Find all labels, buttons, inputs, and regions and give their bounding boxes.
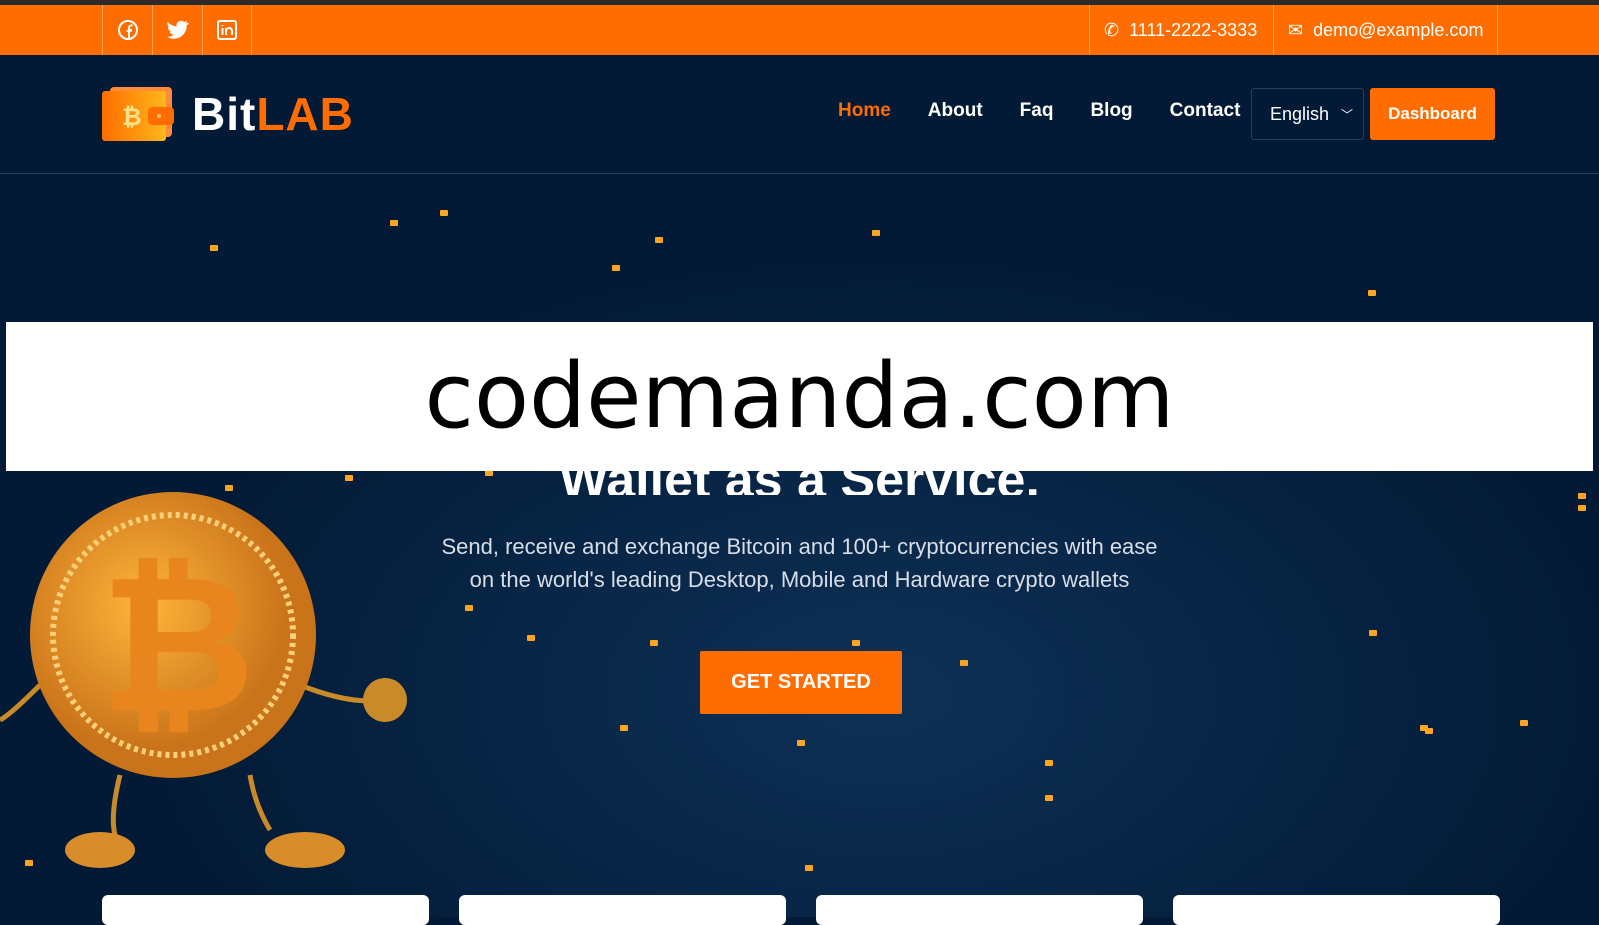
mail-icon: ✉: [1288, 19, 1304, 40]
particle-dot: [1368, 290, 1376, 296]
linkedin-link[interactable]: [202, 5, 252, 55]
phone-icon: ✆: [1104, 19, 1120, 40]
get-started-button[interactable]: GET STARTED: [700, 651, 902, 714]
language-select[interactable]: English ﹀: [1251, 88, 1364, 140]
phone-number: 1111-2222-3333: [1129, 19, 1258, 40]
nav-menu: Home About Faq Blog Contact: [838, 100, 1240, 122]
particle-dot: [465, 605, 473, 611]
phone-contact[interactable]: ✆ 1111-2222-3333: [1089, 5, 1271, 55]
linkedin-icon: [217, 20, 237, 40]
particle-dot: [872, 230, 880, 236]
facebook-link[interactable]: [102, 5, 152, 55]
subtitle-line-2: on the world's leading Desktop, Mobile a…: [469, 567, 1130, 592]
feature-card: [1173, 895, 1500, 925]
hero-title: Wallet as a Service.: [559, 451, 1040, 495]
language-value: English: [1270, 103, 1330, 124]
logo[interactable]: ₿ BitLAB: [102, 87, 354, 141]
particle-dot: [655, 237, 663, 243]
particle-dot: [390, 220, 398, 226]
twitter-icon: [166, 20, 189, 39]
particle-dot: [805, 865, 813, 871]
particle-dot: [1520, 720, 1528, 726]
dashboard-button[interactable]: Dashboard: [1370, 88, 1495, 140]
particle-dot: [797, 740, 805, 746]
particle-dot: [1045, 760, 1053, 766]
hero-subtitle: Send, receive and exchange Bitcoin and 1…: [0, 530, 1599, 596]
particle-dot: [620, 725, 628, 731]
nav-about[interactable]: About: [928, 100, 983, 122]
particle-dot: [527, 635, 535, 641]
nav-faq[interactable]: Faq: [1020, 100, 1054, 122]
particle-dot: [1045, 795, 1053, 801]
top-bar: ✆ 1111-2222-3333 ✉ demo@example.com: [0, 5, 1599, 55]
main-nav: ₿ BitLAB Home About Faq Blog Contact Eng…: [0, 55, 1599, 174]
particle-dot: [440, 210, 448, 216]
svg-text:₿: ₿: [122, 103, 142, 131]
nav-home[interactable]: Home: [838, 100, 891, 122]
particle-dot: [960, 660, 968, 666]
particle-dot: [1578, 505, 1586, 511]
nav-blog[interactable]: Blog: [1090, 100, 1132, 122]
twitter-link[interactable]: [152, 5, 202, 55]
particle-dot: [852, 640, 860, 646]
feature-card: [102, 895, 429, 925]
nav-contact[interactable]: Contact: [1170, 100, 1241, 122]
email-address: demo@example.com: [1313, 19, 1484, 40]
subtitle-line-1: Send, receive and exchange Bitcoin and 1…: [441, 534, 1158, 559]
facebook-icon: [117, 20, 138, 40]
feature-card: [459, 895, 786, 925]
watermark-banner: codemanda.com: [6, 322, 1593, 471]
particle-dot: [1425, 728, 1433, 734]
chevron-down-icon: ﹀: [1340, 107, 1353, 122]
logo-text: BitLAB: [192, 88, 354, 140]
particle-dot: [210, 245, 218, 251]
particle-dot: [25, 860, 33, 866]
particle-dot: [650, 640, 658, 646]
wallet-logo-icon: ₿: [102, 87, 174, 141]
particle-dot: [1369, 630, 1377, 636]
feature-card: [816, 895, 1143, 925]
email-contact[interactable]: ✉ demo@example.com: [1273, 5, 1499, 55]
particle-dot: [612, 265, 620, 271]
